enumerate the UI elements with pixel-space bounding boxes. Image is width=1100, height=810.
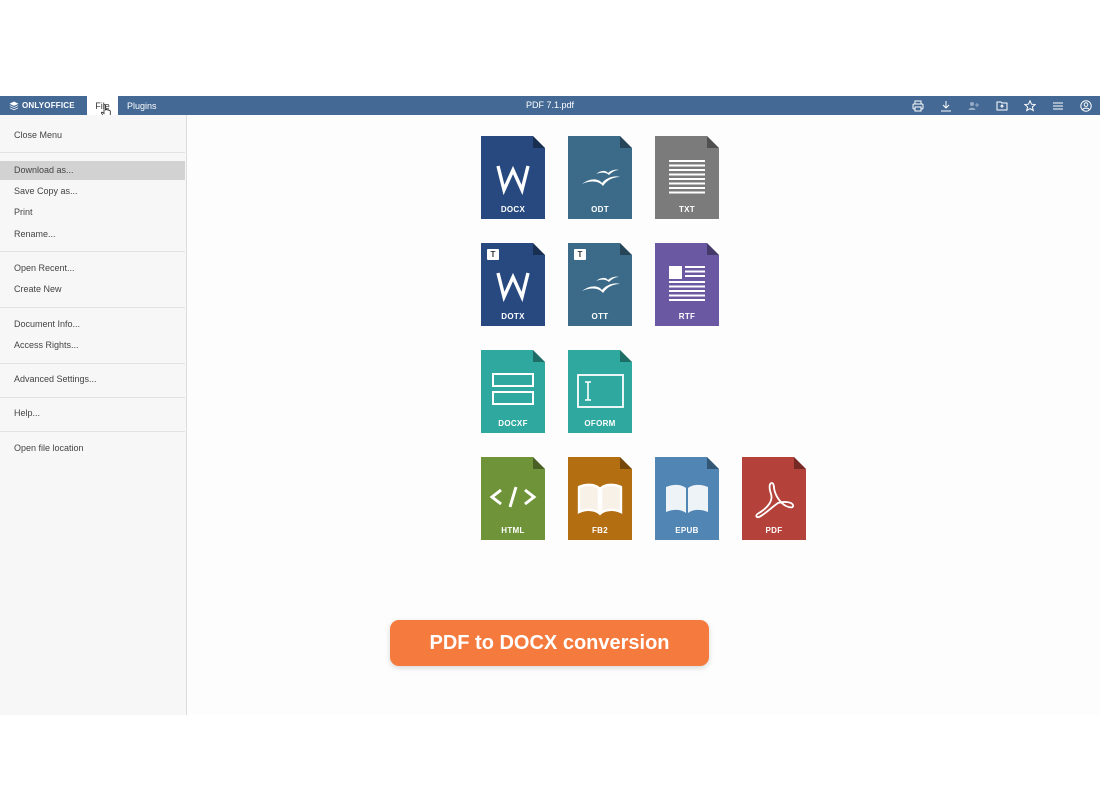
menu-item-save-copy-as[interactable]: Save Copy as... — [0, 182, 185, 201]
toolbar-icons — [898, 96, 1094, 115]
open-location-icon[interactable] — [994, 98, 1010, 114]
menu-item-label: Open file location — [14, 443, 84, 453]
share-icon[interactable] — [966, 98, 982, 114]
format-rtf-button[interactable]: RTF — [655, 243, 719, 326]
format-pdf-button[interactable]: PDF — [742, 457, 806, 540]
format-label: HTML — [501, 526, 525, 535]
menu-divider — [0, 431, 185, 432]
document-title: PDF 7.1.pdf — [525, 100, 575, 110]
menu-item-document-info[interactable]: Document Info... — [0, 315, 185, 334]
menu-item-close-menu[interactable]: Close Menu — [0, 126, 185, 145]
menu-item-label: Save Copy as... — [14, 186, 78, 196]
favorite-icon[interactable] — [1022, 98, 1038, 114]
conversion-caption-banner: PDF to DOCX conversion — [390, 620, 709, 666]
menu-item-help[interactable]: Help... — [0, 404, 185, 423]
menu-divider — [0, 307, 185, 308]
menu-item-create-new[interactable]: Create New — [0, 280, 185, 299]
menu-divider — [0, 363, 185, 364]
menu-divider — [0, 152, 185, 153]
format-label: OTT — [591, 312, 609, 321]
logo-icon — [9, 101, 19, 110]
format-fb2-button[interactable]: FB2 — [568, 457, 632, 540]
menu-divider — [0, 251, 185, 252]
format-label: RTF — [678, 312, 696, 321]
format-docxf-button[interactable]: DOCXF — [481, 350, 545, 433]
menu-item-open-recent[interactable]: Open Recent... — [0, 259, 185, 278]
format-label: DOCXF — [498, 419, 528, 428]
file-menu-panel: Close Menu Download as... Save Copy as..… — [0, 115, 187, 715]
format-epub-button[interactable]: EPUB — [655, 457, 719, 540]
menu-item-access-rights[interactable]: Access Rights... — [0, 336, 185, 355]
format-oform-button[interactable]: OFORM — [568, 350, 632, 433]
menu-item-label: Close Menu — [14, 130, 63, 140]
format-label: PDF — [765, 526, 783, 535]
format-label: FB2 — [591, 526, 608, 535]
format-label: EPUB — [675, 526, 699, 535]
format-txt-button[interactable]: TXT — [655, 136, 719, 219]
menu-item-open-file-location[interactable]: Open file location — [0, 439, 185, 458]
header-toolbar: ONLYOFFICE File Plugins PDF 7.1.pdf — [0, 96, 1100, 115]
print-icon[interactable] — [910, 98, 926, 114]
menu-item-download-as[interactable]: Download as... — [0, 161, 185, 180]
caption-text: PDF to DOCX conversion — [429, 632, 670, 654]
menu-item-label: Print — [14, 207, 33, 217]
tab-plugins[interactable]: Plugins — [118, 96, 166, 115]
menu-item-label: Document Info... — [14, 319, 81, 329]
user-icon[interactable] — [1078, 98, 1094, 114]
menu-item-rename[interactable]: Rename... — [0, 225, 185, 244]
menu-item-label: Open Recent... — [14, 263, 75, 273]
format-odt-button[interactable]: ODT — [568, 136, 632, 219]
format-label: OFORM — [584, 419, 616, 428]
logo-text: ONLYOFFICE — [22, 101, 75, 110]
menu-divider — [0, 397, 185, 398]
menu-item-label: Create New — [14, 284, 62, 294]
download-icon[interactable] — [938, 98, 954, 114]
menu-item-label: Rename... — [14, 229, 56, 239]
onlyoffice-logo[interactable]: ONLYOFFICE — [0, 96, 86, 115]
menu-item-label: Help... — [14, 408, 41, 418]
format-label: TXT — [678, 205, 695, 214]
menu-item-label: Access Rights... — [14, 340, 79, 350]
template-badge: T — [487, 249, 499, 260]
format-html-button[interactable]: HTML — [481, 457, 545, 540]
format-label: DOCX — [500, 205, 526, 214]
menu-item-label: Download as... — [14, 165, 74, 175]
menu-icon[interactable] — [1050, 98, 1066, 114]
menu-item-label: Advanced Settings... — [14, 374, 97, 384]
menu-item-advanced-settings[interactable]: Advanced Settings... — [0, 370, 185, 389]
format-label: ODT — [591, 205, 609, 214]
template-badge: T — [574, 249, 586, 260]
format-label: DOTX — [501, 312, 525, 321]
menu-item-print[interactable]: Print — [0, 203, 185, 222]
format-dotx-button[interactable]: T DOTX — [481, 243, 545, 326]
format-ott-button[interactable]: T OTT — [568, 243, 632, 326]
format-docx-button[interactable]: DOCX — [481, 136, 545, 219]
tab-plugins-label: Plugins — [127, 100, 157, 111]
